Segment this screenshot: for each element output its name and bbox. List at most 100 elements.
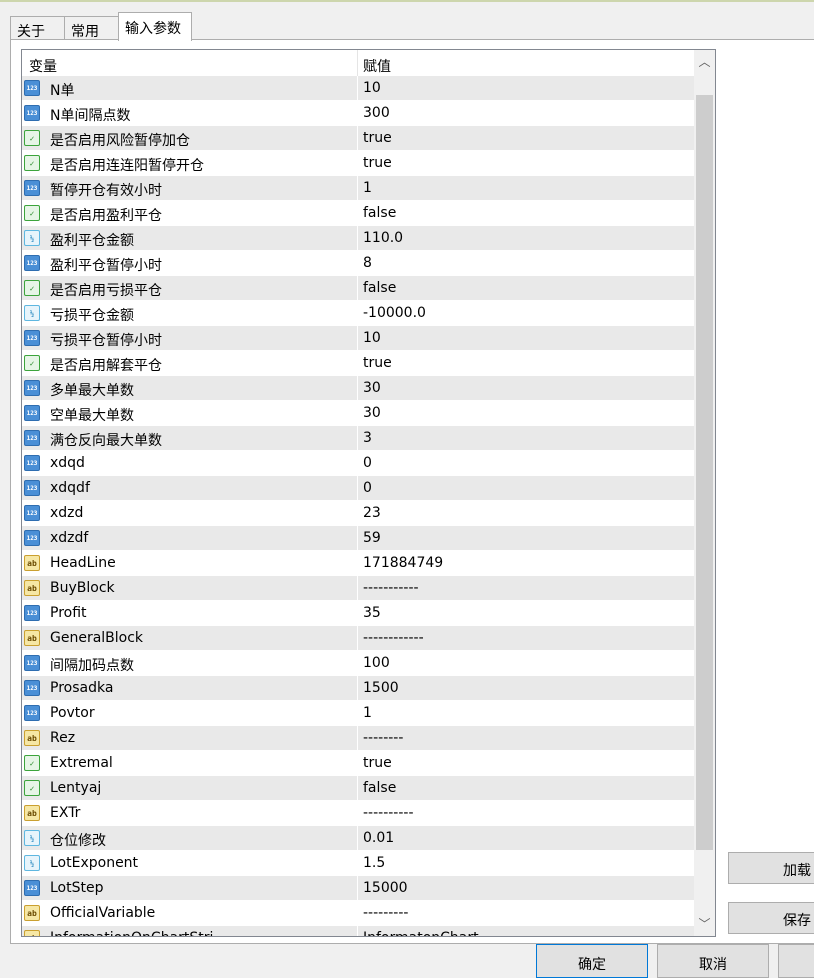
parameter-value[interactable]: 0 (363, 455, 372, 471)
vertical-scrollbar[interactable]: ︿ ﹀ (694, 50, 715, 936)
parameter-value[interactable]: 0.01 (363, 830, 394, 846)
int-type-icon: 123 (24, 180, 40, 196)
parameter-value[interactable]: 1 (363, 180, 372, 196)
table-row[interactable]: 123 Profit 35 (22, 601, 694, 626)
table-row[interactable]: ✓ 是否启用解套平仓 true (22, 351, 694, 376)
parameter-value[interactable]: 30 (363, 405, 381, 421)
cell-divider (357, 851, 358, 876)
parameter-value[interactable]: true (363, 130, 392, 146)
table-row[interactable]: ab OfficialVariable --------- (22, 901, 694, 926)
parameter-value[interactable]: 1.5 (363, 855, 385, 871)
load-button[interactable]: 加载 (728, 852, 814, 884)
parameter-value[interactable]: true (363, 755, 392, 771)
table-row[interactable]: 123 Povtor 1 (22, 701, 694, 726)
tab-about[interactable]: 关于 (10, 16, 65, 40)
table-row[interactable]: 123 亏损平仓暂停小时 10 (22, 326, 694, 351)
scroll-down-arrow-icon[interactable]: ﹀ (694, 914, 715, 934)
table-row[interactable]: ½ 盈利平仓金额 110.0 (22, 226, 694, 251)
tab-common[interactable]: 常用 (64, 16, 119, 40)
reset-button[interactable] (778, 944, 814, 978)
parameter-value[interactable]: InformatonChart (363, 930, 479, 936)
bool-type-icon: ✓ (24, 130, 40, 146)
parameter-name: 空单最大单数 (50, 408, 134, 424)
parameter-value[interactable]: 35 (363, 605, 381, 621)
table-row[interactable]: ab InformationOnChartStri InformatonChart (22, 926, 694, 936)
table-row[interactable]: 123 Prosadka 1500 (22, 676, 694, 701)
parameter-name: xdzdf (50, 530, 89, 546)
table-row[interactable]: 123 xdzdf 59 (22, 526, 694, 551)
cell-divider (357, 501, 358, 526)
parameter-name: 是否启用风险暂停加仓 (50, 133, 190, 149)
column-header-value[interactable]: 赋值 (363, 56, 391, 76)
parameter-value[interactable]: false (363, 205, 396, 221)
table-row[interactable]: ✓ 是否启用风险暂停加仓 true (22, 126, 694, 151)
ok-button[interactable]: 确定 (536, 944, 648, 978)
cell-divider (357, 151, 358, 176)
table-row[interactable]: 123 N单间隔点数 300 (22, 101, 694, 126)
parameter-value[interactable]: 8 (363, 255, 372, 271)
parameter-value[interactable]: 100 (363, 655, 390, 671)
table-row[interactable]: 123 xdqd 0 (22, 451, 694, 476)
cell-divider (357, 251, 358, 276)
parameter-value[interactable]: true (363, 155, 392, 171)
parameter-value[interactable]: 23 (363, 505, 381, 521)
table-row[interactable]: 123 暂停开仓有效小时 1 (22, 176, 694, 201)
table-row[interactable]: 123 N单 10 (22, 76, 694, 101)
table-row[interactable]: ✓ 是否启用盈利平仓 false (22, 201, 694, 226)
table-row[interactable]: 123 LotStep 15000 (22, 876, 694, 901)
scroll-thumb[interactable] (696, 95, 713, 850)
parameter-value[interactable]: true (363, 355, 392, 371)
parameter-value[interactable]: 1500 (363, 680, 399, 696)
table-row[interactable]: 123 空单最大单数 30 (22, 401, 694, 426)
parameter-value[interactable]: false (363, 280, 396, 296)
table-row[interactable]: 123 xdzd 23 (22, 501, 694, 526)
parameter-value[interactable]: 300 (363, 105, 390, 121)
parameter-value[interactable]: 30 (363, 380, 381, 396)
scroll-up-arrow-icon[interactable]: ︿ (694, 52, 715, 72)
table-row[interactable]: ab EXTr ---------- (22, 801, 694, 826)
cell-divider (357, 826, 358, 851)
table-row[interactable]: ✓ 是否启用连连阳暂停开仓 true (22, 151, 694, 176)
table-row[interactable]: ab Rez -------- (22, 726, 694, 751)
parameter-value[interactable]: 10 (363, 80, 381, 96)
parameter-value[interactable]: ---------- (363, 805, 414, 821)
parameter-value[interactable]: -------- (363, 730, 403, 746)
parameter-value[interactable]: 15000 (363, 880, 408, 896)
parameter-value[interactable]: 110.0 (363, 230, 403, 246)
table-row[interactable]: 123 满仓反向最大单数 3 (22, 426, 694, 451)
table-row[interactable]: 123 盈利平仓暂停小时 8 (22, 251, 694, 276)
parameter-value[interactable]: 10 (363, 330, 381, 346)
cell-divider (357, 901, 358, 926)
table-row[interactable]: 123 间隔加码点数 100 (22, 651, 694, 676)
cell-divider (357, 801, 358, 826)
table-row[interactable]: ✓ Extremal true (22, 751, 694, 776)
parameter-value[interactable]: 3 (363, 430, 372, 446)
table-row[interactable]: 123 多单最大单数 30 (22, 376, 694, 401)
parameter-value[interactable]: ----------- (363, 580, 419, 596)
parameter-value[interactable]: 171884749 (363, 555, 443, 571)
parameter-value[interactable]: 0 (363, 480, 372, 496)
cell-divider (357, 926, 358, 936)
parameter-value[interactable]: 1 (363, 705, 372, 721)
column-header-variable[interactable]: 变量 (29, 56, 57, 76)
table-row[interactable]: ab BuyBlock ----------- (22, 576, 694, 601)
table-row[interactable]: ab GeneralBlock ------------ (22, 626, 694, 651)
table-row[interactable]: ½ 亏损平仓金额 -10000.0 (22, 301, 694, 326)
table-row[interactable]: ½ 仓位修改 0.01 (22, 826, 694, 851)
tab-inputs[interactable]: 输入参数 (118, 12, 192, 41)
table-row[interactable]: ½ LotExponent 1.5 (22, 851, 694, 876)
parameter-value[interactable]: --------- (363, 905, 408, 921)
table-row[interactable]: ab HeadLine 171884749 (22, 551, 694, 576)
table-row[interactable]: 123 xdqdf 0 (22, 476, 694, 501)
table-row[interactable]: ✓ Lentyaj false (22, 776, 694, 801)
parameter-value[interactable]: ------------ (363, 630, 424, 646)
column-divider[interactable] (357, 50, 358, 76)
save-button[interactable]: 保存 (728, 902, 814, 934)
parameter-value[interactable]: false (363, 780, 396, 796)
parameter-value[interactable]: -10000.0 (363, 305, 426, 321)
cell-divider (357, 526, 358, 551)
parameter-name: Profit (50, 605, 87, 621)
cancel-button[interactable]: 取消 (657, 944, 769, 978)
table-row[interactable]: ✓ 是否启用亏损平仓 false (22, 276, 694, 301)
parameter-value[interactable]: 59 (363, 530, 381, 546)
